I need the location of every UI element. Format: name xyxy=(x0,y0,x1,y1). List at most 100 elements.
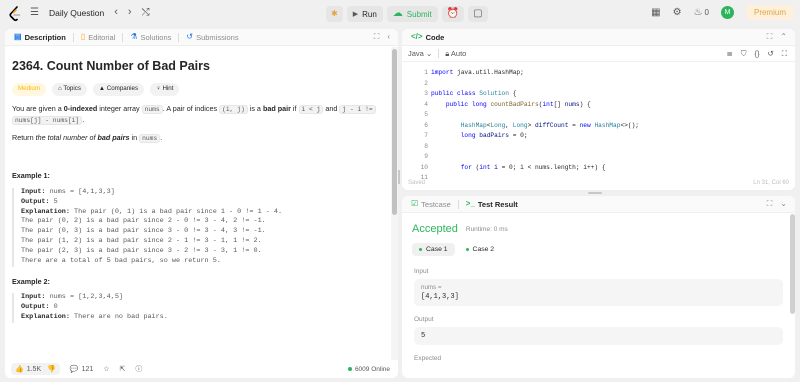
avatar[interactable]: M xyxy=(720,6,734,19)
vertical-resize-handle[interactable] xyxy=(398,170,400,184)
input-box: nums = [4,1,3,3] xyxy=(414,279,783,306)
bookmark-icon[interactable]: ⛉ xyxy=(741,49,747,59)
tab-label: Testcase xyxy=(421,199,451,209)
help-icon[interactable]: ⓘ xyxy=(135,364,142,374)
code-line: import java.util.HashMap; xyxy=(431,69,524,76)
code-panel: </> Code ⛶ ⌃ Java ⌄ 🔒︎ Auto ≣ ⛉ {} ↺ ⛶ 1… xyxy=(402,29,795,190)
chevron-down-icon: ⌄ xyxy=(425,49,433,58)
text: You are given a xyxy=(12,104,64,114)
explanation-line: The pair (0, 2) is a bad pair since 2 - … xyxy=(21,217,266,226)
share-icon[interactable]: ⇱ xyxy=(120,365,126,373)
problem-list-icon[interactable]: ☰ xyxy=(30,7,39,18)
companies-label: Companies xyxy=(106,85,139,93)
text: integer array xyxy=(97,104,142,114)
collapse-icon[interactable]: ‹ xyxy=(387,32,390,42)
format-icon[interactable]: ≣ xyxy=(727,49,733,59)
lock-icon: 🔒︎ xyxy=(445,48,450,58)
tab-divider xyxy=(72,32,74,42)
run-button[interactable]: ▶ Run xyxy=(346,6,383,22)
code-editor[interactable]: 1 2 3 4 5 6 7 8 9 10 11 import java.util… xyxy=(402,62,795,181)
play-icon: ▶ xyxy=(352,10,359,18)
tab-label: Submissions xyxy=(196,32,239,42)
fire-icon: ♨ xyxy=(693,6,703,18)
tab-submissions[interactable]: ↺ Submissions xyxy=(183,33,241,42)
inline-code: i < j xyxy=(298,105,324,115)
leetcode-logo-icon[interactable] xyxy=(8,6,22,22)
inline-code: nums[j] - nums[i] xyxy=(12,115,83,125)
test-result-panel: ☑ Testcase >_ Test Result ⛶ ⌄ Accepted R… xyxy=(402,196,795,378)
output-heading: Output xyxy=(414,316,434,323)
tab-divider xyxy=(178,32,180,42)
timer-button[interactable]: ⏰ xyxy=(441,6,465,22)
code-line: for (int i = 0; i < nums.length; i++) { xyxy=(460,163,606,171)
line-number: 8 xyxy=(424,142,428,150)
topics-tag[interactable]: ⌂ Topics xyxy=(52,83,87,97)
inline-code: (i, j) xyxy=(219,105,248,115)
tab-description[interactable]: ▤ Description xyxy=(11,33,69,42)
companies-tag[interactable]: ▲ Companies xyxy=(92,83,145,97)
document-icon: ▤ xyxy=(14,32,22,41)
prev-problem-icon[interactable]: ‹ xyxy=(114,7,118,18)
comments-button[interactable]: 💬 121 xyxy=(69,365,93,374)
code-line: HashMap<Long, Long> diffCount = new Hash… xyxy=(460,121,640,129)
daily-question-link[interactable]: Daily Question xyxy=(49,8,104,18)
tab-code[interactable]: </> Code xyxy=(408,33,447,42)
tab-editorial[interactable]: ▯ Editorial xyxy=(78,33,119,42)
result-scrollbar[interactable] xyxy=(790,214,795,314)
text: Return xyxy=(12,132,36,142)
tab-test-result[interactable]: >_ Test Result xyxy=(463,200,521,209)
settings-gear-icon[interactable]: ⚙ xyxy=(673,7,682,18)
submit-button[interactable]: ☁ Submit xyxy=(386,6,438,22)
star-icon[interactable]: ☆ xyxy=(103,365,109,373)
problem-title[interactable]: 2364. Count Number of Bad Pairs xyxy=(12,57,391,75)
maximize-icon[interactable]: ⛶ xyxy=(374,32,380,42)
case-2-button[interactable]: Case 2 xyxy=(459,243,502,256)
debug-button[interactable]: ✱ xyxy=(326,6,343,22)
example-1-block: Input: nums = [4,1,3,3] Output: 5 Explan… xyxy=(12,187,391,267)
output-box: 5 xyxy=(414,327,783,345)
next-problem-icon[interactable]: › xyxy=(128,7,132,18)
shuffle-icon[interactable]: ⤭ xyxy=(142,7,150,18)
streak-count: 0 xyxy=(704,8,709,17)
collapse-icon[interactable]: ⌄ xyxy=(780,199,787,209)
difficulty-badge: Medium xyxy=(12,83,47,97)
tab-solutions[interactable]: ⚗ Solutions xyxy=(127,33,174,42)
editor-toolbar: Java ⌄ 🔒︎ Auto ≣ ⛉ {} ↺ ⛶ xyxy=(402,46,795,62)
streak-counter[interactable]: ♨ 0 xyxy=(693,6,709,18)
line-number: 2 xyxy=(424,79,428,87)
example-2-heading: Example 2: xyxy=(12,276,50,286)
like-button[interactable]: 👍 1.5K 👎 xyxy=(11,363,60,375)
scrollbar-thumb[interactable] xyxy=(392,49,397,215)
text: and xyxy=(323,104,340,114)
maximize-icon[interactable]: ⛶ xyxy=(767,32,773,42)
explanation-line: There are no bad pairs. xyxy=(69,312,168,321)
input-label: Input: xyxy=(21,293,46,302)
case-1-button[interactable]: Case 1 xyxy=(412,243,455,256)
problem-statement: You are given a 0-indexed integer array … xyxy=(12,104,391,125)
top-bar: ☰ Daily Question ‹ › ⤭ ✱ ▶ Run ☁ Submit … xyxy=(0,0,800,28)
premium-button[interactable]: Premium xyxy=(745,5,794,20)
topics-label: Topics xyxy=(63,85,81,93)
tab-testcase[interactable]: ☑ Testcase xyxy=(408,200,454,209)
comment-icon: 💬 xyxy=(69,366,79,373)
language-select[interactable]: Java ⌄ xyxy=(408,49,432,58)
example-1-heading: Example 1: xyxy=(12,171,50,181)
collapse-icon[interactable]: ⌃ xyxy=(780,32,787,42)
tab-label: Description xyxy=(24,32,66,42)
notes-button[interactable]: ▢ xyxy=(468,6,488,22)
auto-mode[interactable]: 🔒︎ Auto xyxy=(445,49,466,59)
fullscreen-icon[interactable]: ⛶ xyxy=(782,49,787,59)
example-2-block: Input: nums = [1,2,3,4,5] Output: 0 Expl… xyxy=(12,293,391,323)
braces-icon[interactable]: {} xyxy=(754,49,759,59)
layout-grid-icon[interactable]: ▦ xyxy=(651,7,660,18)
reset-icon[interactable]: ↺ xyxy=(767,49,773,59)
text-bold: 0-indexed xyxy=(63,104,98,114)
online-dot-icon xyxy=(347,367,352,371)
maximize-icon[interactable]: ⛶ xyxy=(767,199,773,209)
hint-tag[interactable]: ♀ Hint xyxy=(150,83,180,97)
horizontal-resize-handle[interactable] xyxy=(588,192,602,194)
code-line: public long countBadPairs(int[] nums) { xyxy=(445,100,591,108)
explanation-line: The pair (2, 3) is a bad pair since 3 - … xyxy=(21,246,262,255)
submit-label: Submit xyxy=(406,9,432,19)
text: in xyxy=(129,132,140,142)
